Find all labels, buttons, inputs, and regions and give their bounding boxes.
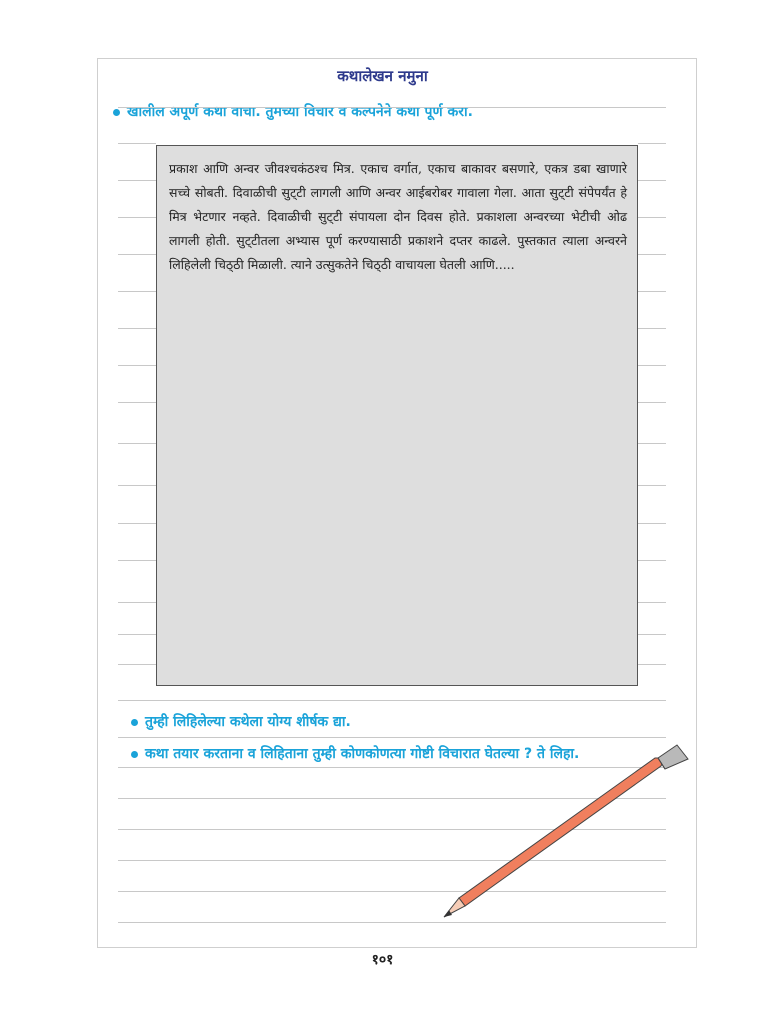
ruled-line xyxy=(118,634,156,635)
ruled-line xyxy=(638,634,666,635)
ruled-line xyxy=(638,291,666,292)
bullet-dot-icon xyxy=(113,108,120,116)
question-title-text: तुम्ही लिहिलेल्या कथेला योग्य शीर्षक द्य… xyxy=(145,714,351,730)
ruled-line xyxy=(118,365,156,366)
ruled-line xyxy=(638,328,666,329)
ruled-line xyxy=(118,737,666,738)
ruled-line xyxy=(118,328,156,329)
bullet-dot-icon xyxy=(131,750,138,758)
story-box: प्रकाश आणि अन्वर जीवश्चकंठश्च मित्र. एका… xyxy=(156,145,638,686)
ruled-line xyxy=(118,291,156,292)
ruled-line xyxy=(118,560,156,561)
ruled-line xyxy=(118,664,156,665)
page-title: कथालेखन नमुना xyxy=(337,67,428,85)
instruction: खालील अपूर्ण कथा वाचा. तुमच्या विचार व क… xyxy=(113,102,473,121)
ruled-line xyxy=(118,143,156,144)
ruled-line xyxy=(118,254,156,255)
ruled-line xyxy=(118,402,156,403)
ruled-line xyxy=(638,254,666,255)
ruled-line xyxy=(638,365,666,366)
ruled-line xyxy=(638,664,666,665)
ruled-line xyxy=(638,523,666,524)
ruled-line xyxy=(638,560,666,561)
ruled-line xyxy=(638,180,666,181)
ruled-line xyxy=(638,485,666,486)
ruled-line xyxy=(638,443,666,444)
ruled-line xyxy=(118,180,156,181)
ruled-line xyxy=(118,107,666,108)
ruled-line xyxy=(118,602,156,603)
ruled-line xyxy=(118,217,156,218)
ruled-line xyxy=(638,402,666,403)
bullet-dot-icon xyxy=(131,718,138,726)
question-title: तुम्ही लिहिलेल्या कथेला योग्य शीर्षक द्य… xyxy=(131,712,351,731)
ruled-line xyxy=(118,443,156,444)
pencil-icon xyxy=(443,744,689,918)
ruled-line xyxy=(638,217,666,218)
ruled-line xyxy=(118,523,156,524)
page-number: १०१ xyxy=(371,952,394,968)
ruled-line xyxy=(638,602,666,603)
ruled-line xyxy=(118,700,666,701)
ruled-line xyxy=(118,485,156,486)
ruled-line xyxy=(638,143,666,144)
story-text: प्रकाश आणि अन्वर जीवश्चकंठश्च मित्र. एका… xyxy=(169,161,627,272)
